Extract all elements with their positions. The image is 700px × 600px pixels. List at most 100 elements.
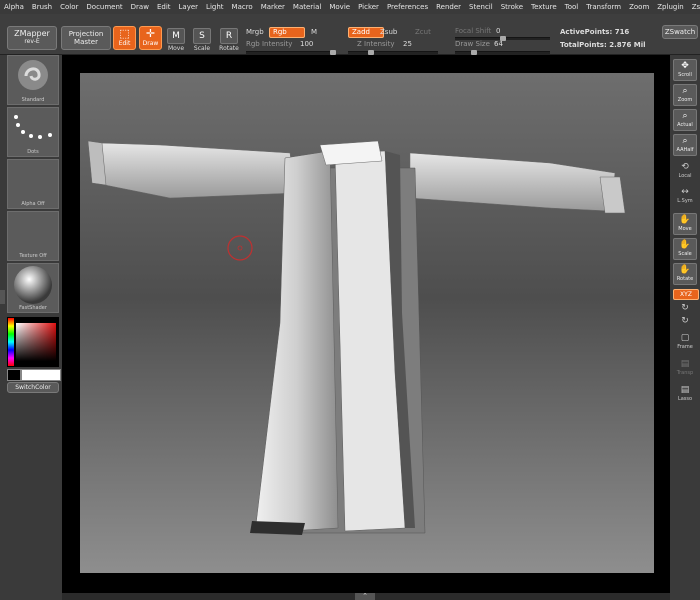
move-view-button[interactable]: ✋ Move (673, 213, 697, 235)
menu-item-brush[interactable]: Brush (28, 3, 56, 11)
frame-label: Frame (677, 344, 693, 350)
edit-button[interactable]: ⬚ Edit (113, 26, 136, 50)
frame-button[interactable]: ▢ Frame (673, 332, 697, 354)
draw-icon: ✛ (145, 27, 156, 40)
rotate-axis-icon-1[interactable]: ↻ (673, 302, 697, 314)
secondary-color-swatch[interactable] (21, 369, 61, 381)
rgb-intensity-slider[interactable] (246, 50, 336, 55)
menu-item-edit[interactable]: Edit (153, 3, 175, 11)
aahalf-button[interactable]: ⌕ AAHalf (673, 134, 697, 156)
zoom-icon: ⌕ (682, 86, 688, 96)
rotate-hand-icon: ✋ (679, 265, 691, 275)
rotate-icon: R (220, 28, 238, 44)
m-toggle[interactable]: M (311, 28, 317, 36)
texture-off-label: Texture Off (19, 253, 47, 259)
standard-label: Standard (21, 97, 45, 103)
main-color-swatch[interactable] (7, 369, 21, 381)
left-tray-handle[interactable] (0, 290, 5, 304)
menu-item-preferences[interactable]: Preferences (383, 3, 432, 11)
lasso-button[interactable]: ▤ Lasso (673, 384, 697, 406)
coat-mesh-render (87, 140, 626, 535)
active-points-readout: ActivePoints: 716 (560, 28, 630, 36)
menu-item-material[interactable]: Material (289, 3, 325, 11)
menu-item-zoom[interactable]: Zoom (625, 3, 653, 11)
menu-item-movie[interactable]: Movie (325, 3, 354, 11)
menu-item-tool[interactable]: Tool (561, 3, 583, 11)
total-points-readout: TotalPoints: 2.876 Mil (560, 41, 646, 49)
edit-label: Edit (118, 40, 131, 47)
menu-item-macro[interactable]: Macro (228, 3, 257, 11)
axis-y-icon: ↻ (681, 303, 689, 313)
menu-item-layer[interactable]: Layer (175, 3, 203, 11)
transp-button[interactable]: ▤ Transp (673, 358, 697, 380)
scale-hand-icon: ✋ (679, 240, 691, 250)
move-hand-icon: ✋ (679, 215, 691, 225)
lsym-icon: ↔ (681, 187, 689, 197)
scroll-icon: ✥ (681, 61, 689, 71)
scroll-button[interactable]: ✥ Scroll (673, 59, 697, 81)
rotate-button[interactable]: R Rotate (218, 28, 240, 52)
frame-icon: ▢ (680, 333, 690, 343)
mrgb-toggle[interactable]: Mrgb (246, 28, 264, 36)
menu-item-zscript[interactable]: Zscript (688, 3, 700, 11)
rotate-view-button[interactable]: ✋ Rotate (673, 263, 697, 285)
zoom-button[interactable]: ⌕ Zoom (673, 84, 697, 106)
brush-standard-tile[interactable]: Standard (7, 55, 59, 105)
zswatch-button[interactable]: ZSwatch (662, 25, 698, 39)
scale-button[interactable]: S Scale (191, 28, 213, 52)
zsub-toggle[interactable]: Zsub (380, 28, 397, 36)
menu-item-stroke[interactable]: Stroke (497, 3, 527, 11)
bottom-tray-handle[interactable]: ⌃ (355, 593, 375, 600)
scroll-label: Scroll (678, 72, 692, 78)
switchcolor-button[interactable]: SwitchColor (7, 382, 59, 393)
menu-item-document[interactable]: Document (82, 3, 126, 11)
material-tile[interactable]: FastShader (7, 263, 59, 313)
menu-item-picker[interactable]: Picker (354, 3, 383, 11)
xyz-toggle[interactable]: XYZ (673, 289, 699, 300)
menu-item-light[interactable]: Light (202, 3, 227, 11)
menu-item-color[interactable]: Color (56, 3, 82, 11)
menu-item-stencil[interactable]: Stencil (465, 3, 497, 11)
menu-item-marker[interactable]: Marker (257, 3, 289, 11)
local-button[interactable]: ⟲ Local (673, 161, 697, 183)
menu-item-draw[interactable]: Draw (127, 3, 153, 11)
edit-icon: ⬚ (119, 27, 130, 40)
menu-item-texture[interactable]: Texture (527, 3, 561, 11)
menu-item-alpha[interactable]: Alpha (0, 3, 28, 11)
rotate-axis-icon-2[interactable]: ↻ (673, 315, 697, 327)
zcut-toggle[interactable]: Zcut (415, 28, 431, 36)
actual-button[interactable]: ⌕ Actual (673, 109, 697, 131)
z-intensity-value: 25 (403, 40, 412, 48)
scale-view-button[interactable]: ✋ Scale (673, 238, 697, 260)
move-label: Move (167, 45, 185, 52)
projection-sub-label: Master (74, 38, 98, 46)
menu-item-transform[interactable]: Transform (582, 3, 625, 11)
transp-icon: ▤ (680, 359, 690, 369)
actual-label: Actual (677, 122, 693, 128)
color-picker[interactable] (7, 317, 59, 367)
right-tray: ✥ Scroll ⌕ Zoom ⌕ Actual ⌕ AAHalf ⟲ Local ↔ L.… (670, 55, 700, 600)
rgb-toggle[interactable]: Rgb (269, 27, 305, 38)
switchcolor-label: SwitchColor (15, 384, 51, 391)
zmapper-button[interactable]: ZMapper rev-E (7, 26, 57, 50)
draw-button[interactable]: ✛ Draw (139, 26, 162, 50)
texture-tile[interactable]: Texture Off (7, 211, 59, 261)
document-canvas[interactable] (80, 73, 654, 573)
left-tray: Standard Dots Alpha Off Texture Off Fast… (0, 55, 62, 600)
menu-item-render[interactable]: Render (432, 3, 465, 11)
projection-master-button[interactable]: Projection Master (61, 26, 111, 50)
zoom-label: Zoom (677, 97, 693, 103)
move-button[interactable]: M Move (165, 28, 187, 52)
alpha-tile[interactable]: Alpha Off (7, 159, 59, 209)
z-intensity-slider[interactable] (348, 50, 438, 55)
scale-view-label: Scale (678, 251, 692, 257)
lsym-label: L.Sym (677, 198, 693, 204)
saturation-square[interactable] (16, 323, 56, 361)
zadd-toggle[interactable]: Zadd (348, 27, 384, 38)
hue-strip[interactable] (8, 318, 14, 366)
lsym-button[interactable]: ↔ L.Sym (673, 186, 697, 208)
menu-item-zplugin[interactable]: Zplugin (653, 3, 687, 11)
stroke-dots-tile[interactable]: Dots (7, 107, 59, 157)
alpha-off-label: Alpha Off (21, 201, 45, 207)
draw-size-slider[interactable] (455, 50, 550, 55)
